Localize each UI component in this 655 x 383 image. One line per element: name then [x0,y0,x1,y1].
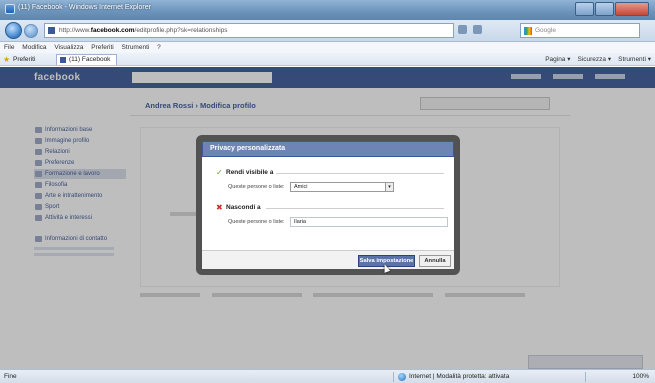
menu-strumenti[interactable]: Strumenti [122,44,150,51]
hide-heading: Nascondi a [226,204,261,211]
dialog-title: Privacy personalizzata [202,141,454,157]
favorites-star-icon[interactable]: ★ [3,55,10,64]
hide-heading-row: ✖ Nascondi a [216,203,444,212]
section-rule [266,208,444,209]
zone-text: Internet | Modalità protetta: attivata [409,373,510,380]
security-zone[interactable]: Internet | Modalità protetta: attivata [398,370,509,383]
cancel-button[interactable]: Annulla [419,255,451,267]
menu-modifica[interactable]: Modifica [22,44,46,51]
visible-heading-row: ✓ Rendi visibile a [216,168,444,177]
hide-from-input[interactable]: Ilaria [290,217,448,227]
status-divider [393,372,394,382]
stop-icon[interactable] [473,25,482,34]
favorites-label[interactable]: Preferiti [13,53,35,66]
url-domain: facebook.com [90,27,135,34]
cross-icon: ✖ [216,203,223,212]
google-icon [524,27,532,35]
menu-file[interactable]: File [4,44,14,51]
window-controls [575,2,649,16]
minimize-button[interactable] [575,2,594,16]
status-bar: Fine Internet | Modalità protetta: attiv… [0,369,655,383]
hide-section: ✖ Nascondi a Queste persone o liste: Ila… [216,203,448,228]
check-icon: ✓ [216,168,223,177]
favicon-icon [48,27,55,34]
favorites-bar: ★ Preferiti (11) Facebook Pagina ▾ Sicur… [0,53,655,66]
address-toolbar: http://www.facebook.com/editprofile.php?… [0,20,655,42]
privacy-dialog: Privacy personalizzata ✓ Rendi visibile … [196,135,460,275]
dialog-body: Privacy personalizzata ✓ Rendi visibile … [202,141,454,273]
visible-section: ✓ Rendi visibile a Queste persone o list… [216,168,444,193]
hide-field-row: Queste persone o liste: Ilaria [216,217,448,228]
close-window-button[interactable] [615,2,649,16]
zoom-level[interactable]: 100% [632,370,649,383]
menu-bar: File Modifica Visualizza Preferiti Strum… [0,42,655,53]
window-titlebar: (11) Facebook - Windows Internet Explore… [0,0,655,20]
search-placeholder: Google [535,27,556,34]
hide-field-label: Queste persone o liste: [228,219,285,225]
facebook-tab-icon [60,57,66,63]
visible-heading: Rendi visibile a [226,169,274,176]
address-input[interactable]: http://www.facebook.com/editprofile.php?… [44,23,454,38]
cmd-pagina[interactable]: Pagina ▾ [545,53,570,66]
url-suffix: /editprofile.php?sk=relationships [134,27,228,34]
visible-field-label: Queste persone o liste: [228,184,285,190]
back-button[interactable] [5,22,22,39]
menu-preferiti[interactable]: Preferiti [91,44,113,51]
cmd-sicurezza[interactable]: Sicurezza ▾ [578,53,612,66]
refresh-icon[interactable] [458,25,467,34]
window-title: (11) Facebook - Windows Internet Explore… [18,4,151,11]
chevron-down-icon[interactable]: ▾ [385,183,393,191]
status-divider [585,372,586,382]
menu-help[interactable]: ? [157,44,161,51]
forward-button[interactable] [24,24,38,38]
status-text: Fine [4,373,17,380]
tab-facebook[interactable]: (11) Facebook [56,54,118,65]
globe-icon [398,373,406,381]
url-prefix: http://www. [59,27,91,34]
tab-label: (11) Facebook [69,56,111,63]
menu-visualizza[interactable]: Visualizza [54,44,83,51]
visible-field-row: Queste persone o liste: Amici ▾ [216,182,444,193]
cmd-strumenti[interactable]: Strumenti ▾ [618,53,651,66]
ie-icon [5,4,15,14]
hide-from-value: Ilaria [294,219,306,225]
section-rule [276,173,444,174]
visible-selected-value: Amici [294,184,308,190]
maximize-button[interactable] [595,2,614,16]
visible-to-select[interactable]: Amici ▾ [290,182,394,192]
command-bar: Pagina ▾ Sicurezza ▾ Strumenti ▾ [545,53,651,66]
dialog-footer: Salva impostazione Annulla [202,250,454,273]
search-input[interactable]: Google [520,23,640,38]
address-tools [458,25,482,34]
